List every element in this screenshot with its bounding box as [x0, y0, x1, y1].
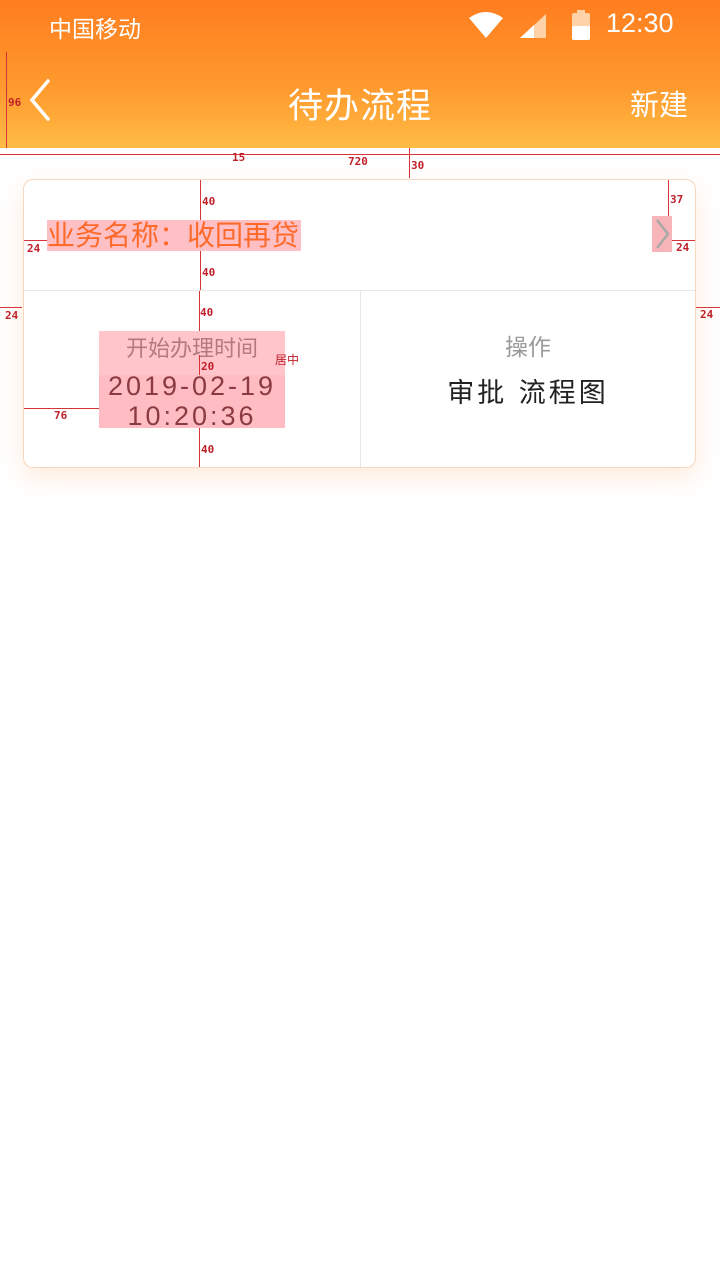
measure-line [6, 52, 7, 148]
measure-line [0, 307, 22, 308]
business-name: 业务名称：收回再贷 [47, 219, 302, 252]
status-bar: 中国移动 12:30 [0, 0, 720, 52]
measure-label: 24 [27, 242, 41, 255]
action-links: 审批 流程图 [361, 371, 695, 410]
start-time-label: 开始办理时间 [125, 337, 258, 362]
start-time-column: 开始办理时间 2019-02-19 10:20:36 居中 40 20 40 7… [24, 291, 361, 467]
measure-label: 40 [200, 306, 214, 319]
operation-label: 操作 [505, 335, 551, 361]
card-header-row[interactable]: 业务名称：收回再贷 40 40 24 24 37 [24, 180, 695, 291]
measure-line [199, 355, 200, 375]
battery-icon [572, 10, 590, 40]
app-header: 中国移动 12:30 待办流程 新建 [0, 0, 720, 148]
measure-line [199, 428, 200, 467]
flowchart-button[interactable]: 流程图 [519, 378, 609, 409]
todo-card[interactable]: 业务名称：收回再贷 40 40 24 24 37 开始办理时间 2019-02-… [23, 179, 696, 468]
measure-label: 76 [54, 409, 68, 422]
new-button[interactable]: 新建 [630, 82, 688, 124]
chevron-right-icon[interactable] [652, 216, 672, 252]
measure-line [200, 180, 201, 220]
measure-line [409, 148, 410, 178]
measure-line [24, 240, 47, 241]
measure-label: 24 [700, 308, 714, 321]
measure-label: 37 [670, 193, 684, 206]
wifi-icon [469, 12, 503, 38]
measure-line [668, 180, 669, 216]
measure-label: 40 [202, 266, 216, 279]
nav-bar: 待办流程 新建 [0, 52, 720, 148]
approve-button[interactable]: 审批 [447, 378, 507, 409]
start-date: 2019-02-19 [107, 371, 277, 401]
measure-label: 15 [232, 151, 246, 164]
measure-label: 40 [201, 443, 215, 456]
operation-column: 操作 审批 流程图 [361, 291, 695, 467]
measure-label: 720 [348, 155, 368, 168]
measure-label: 30 [411, 159, 425, 172]
carrier-label: 中国移动 [49, 17, 141, 43]
measure-label: 20 [201, 360, 215, 373]
start-clock: 10:20:36 [127, 401, 257, 431]
measure-label: 40 [202, 195, 216, 208]
measure-line [200, 251, 201, 290]
measure-label: 24 [5, 309, 19, 322]
measure-label: 96 [8, 96, 22, 109]
page-title: 待办流程 [287, 87, 432, 127]
signal-icon [520, 14, 546, 38]
measure-label: 24 [676, 241, 690, 254]
status-time: 12:30 [606, 8, 674, 38]
center-note: 居中 [275, 353, 300, 367]
